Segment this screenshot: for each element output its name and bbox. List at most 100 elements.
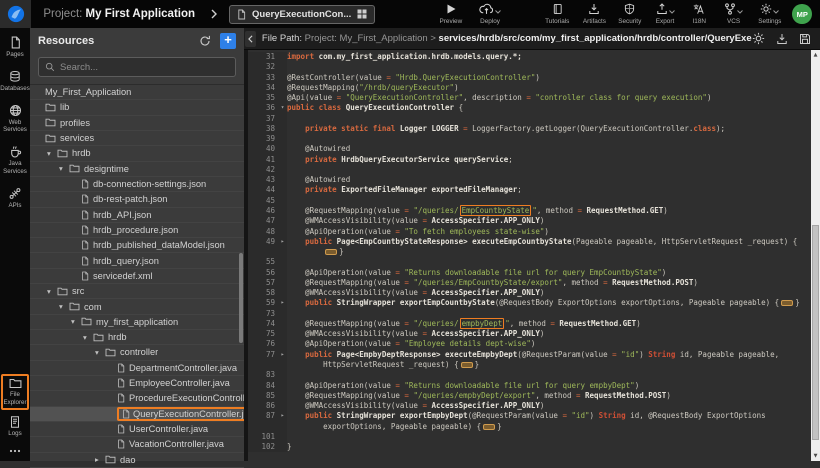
tree-item[interactable]: ▾ designtime xyxy=(30,162,244,177)
preview-button[interactable]: Preview xyxy=(431,3,470,25)
tree-item[interactable]: hrdb_API.json xyxy=(30,208,244,223)
editor-settings-gear-icon[interactable] xyxy=(752,32,765,45)
save-file-icon[interactable] xyxy=(799,33,811,45)
vcs-button[interactable]: VCS xyxy=(716,3,751,25)
chevron-down-icon xyxy=(495,10,501,14)
chevron-down-icon[interactable]: ▾ xyxy=(95,348,105,357)
sidebar-item-java-services[interactable]: Java Services xyxy=(1,145,29,176)
line-number: 40 xyxy=(248,144,278,154)
open-file-tab[interactable]: QueryExecutionCon... xyxy=(229,5,375,24)
export-button[interactable]: Export xyxy=(647,3,682,25)
app-logo[interactable] xyxy=(0,0,31,28)
tree-item[interactable]: EmployeeController.java xyxy=(30,376,244,391)
tree-item[interactable]: DepartmentController.java xyxy=(30,361,244,376)
fold-spacer xyxy=(278,144,287,154)
line-number: 85 xyxy=(248,391,278,401)
tutorials-button[interactable]: Tutorials xyxy=(538,3,577,25)
scroll-up-arrow[interactable]: ▲ xyxy=(811,50,820,60)
panel-scrollbar[interactable] xyxy=(239,253,243,343)
tree-item[interactable]: services xyxy=(30,131,244,146)
tree-item-label: designtime xyxy=(84,164,129,174)
i18n-button[interactable]: I18N xyxy=(683,3,716,25)
tree-item[interactable]: db-connection-settings.json xyxy=(30,177,244,192)
tree-item[interactable]: ▾hrdb xyxy=(30,330,244,345)
tree-item[interactable]: ▾ controller xyxy=(30,345,244,360)
tree-item[interactable]: hrdb_published_dataModel.json xyxy=(30,238,244,253)
fold-toggle-icon[interactable]: ▸ xyxy=(278,237,287,247)
user-avatar[interactable]: MP xyxy=(792,4,812,24)
folder-icon xyxy=(69,164,80,173)
code-line: } xyxy=(248,247,811,257)
folded-code-icon[interactable] xyxy=(483,424,495,430)
chevron-down-icon[interactable]: ▾ xyxy=(71,317,81,326)
sidebar-item-pages[interactable]: Pages xyxy=(1,36,29,59)
tree-item[interactable]: hrdb_query.json xyxy=(30,253,244,268)
tree-item-label: lib xyxy=(60,102,69,112)
editor-scrollbar[interactable]: ▲ ▼ xyxy=(811,50,820,461)
artifacts-button[interactable]: Artifacts xyxy=(577,3,612,25)
line-number: 102 xyxy=(248,442,278,452)
fold-toggle-icon[interactable]: ▸ xyxy=(278,298,287,308)
tree-item[interactable]: My_First_Application xyxy=(30,85,244,100)
folded-code-icon[interactable] xyxy=(325,249,337,255)
tree-item[interactable]: servicedef.xml xyxy=(30,269,244,284)
chevron-down-icon[interactable]: ▾ xyxy=(59,302,69,311)
more-options-button[interactable] xyxy=(1,449,29,453)
folded-code-icon[interactable] xyxy=(781,300,793,306)
code-line: 36▾public class QueryExecutionController… xyxy=(248,103,811,113)
download-file-icon[interactable] xyxy=(776,33,788,45)
tree-item-label: services xyxy=(60,133,94,143)
tree-item-label: controller xyxy=(120,347,158,357)
sidebar-item-logs[interactable]: Logs xyxy=(1,416,29,438)
tree-item[interactable]: ▾src xyxy=(30,284,244,299)
collapse-panel-button[interactable] xyxy=(245,31,256,47)
tree-item[interactable]: lib xyxy=(30,100,244,115)
code-editor[interactable]: 31import com.my_first_application.hrdb.m… xyxy=(248,50,820,461)
fold-toggle-icon[interactable]: ▸ xyxy=(278,411,287,421)
chevron-right-icon[interactable]: ▸ xyxy=(95,455,105,464)
tree-item[interactable]: ▾my_first_application xyxy=(30,315,244,330)
code-line: 77▸ public Page<EmpbyDeptResponse> execu… xyxy=(248,350,811,360)
tree-item[interactable]: ProcedureExecutionController.java xyxy=(30,391,244,406)
chevron-down-icon[interactable]: ▾ xyxy=(83,333,93,342)
sidebar-item-web-services[interactable]: Web Services xyxy=(1,104,29,135)
fold-spacer xyxy=(278,360,287,370)
tree-item[interactable]: ▸dao xyxy=(30,453,244,468)
tree-item[interactable]: UserController.java xyxy=(30,422,244,437)
sidebar-item-file-explorer[interactable]: File Explorer xyxy=(1,374,29,411)
tree-item[interactable]: ▾com xyxy=(30,299,244,314)
grid-icon[interactable] xyxy=(357,9,367,19)
sidebar-item-apis[interactable]: APIs xyxy=(1,187,29,210)
sidebar-item-databases[interactable]: Databases xyxy=(1,70,29,93)
chevron-down-icon[interactable]: ▾ xyxy=(59,164,69,173)
tree-item[interactable]: VacationController.java xyxy=(30,437,244,452)
scrollbar-thumb[interactable] xyxy=(812,225,819,440)
tree-item[interactable]: QueryExecutionController.java xyxy=(30,407,244,422)
chevron-down-icon[interactable]: ▾ xyxy=(47,287,57,296)
search-input[interactable]: Search... xyxy=(38,57,236,77)
add-resource-button[interactable]: + xyxy=(220,33,236,49)
tree-item[interactable]: profiles xyxy=(30,116,244,131)
security-button[interactable]: Security xyxy=(612,3,647,25)
fold-spacer xyxy=(278,114,287,124)
panel-divider[interactable] xyxy=(244,28,248,461)
code-line: 31import com.my_first_application.hrdb.m… xyxy=(248,52,811,62)
tree-item[interactable]: db-rest-patch.json xyxy=(30,192,244,207)
tree-item-label: profiles xyxy=(60,118,90,128)
scroll-down-arrow[interactable]: ▼ xyxy=(811,451,820,461)
code-line: 40 @Autowired xyxy=(248,144,811,154)
folded-code-icon[interactable] xyxy=(461,362,473,368)
tree-item[interactable]: hrdb_procedure.json xyxy=(30,223,244,238)
fold-spacer xyxy=(278,185,287,195)
fold-toggle-icon[interactable]: ▸ xyxy=(278,350,287,360)
settings-button[interactable]: Settings xyxy=(751,3,788,25)
fold-toggle-icon[interactable]: ▾ xyxy=(278,103,287,113)
deploy-button[interactable]: Deploy xyxy=(470,3,509,25)
upload-icon xyxy=(656,3,668,15)
fold-spacer xyxy=(278,196,287,206)
chevron-down-icon[interactable]: ▾ xyxy=(47,149,57,158)
translate-icon xyxy=(693,3,706,15)
fold-spacer xyxy=(278,73,287,83)
refresh-icon[interactable] xyxy=(199,35,211,47)
tree-item[interactable]: ▾hrdb xyxy=(30,146,244,161)
